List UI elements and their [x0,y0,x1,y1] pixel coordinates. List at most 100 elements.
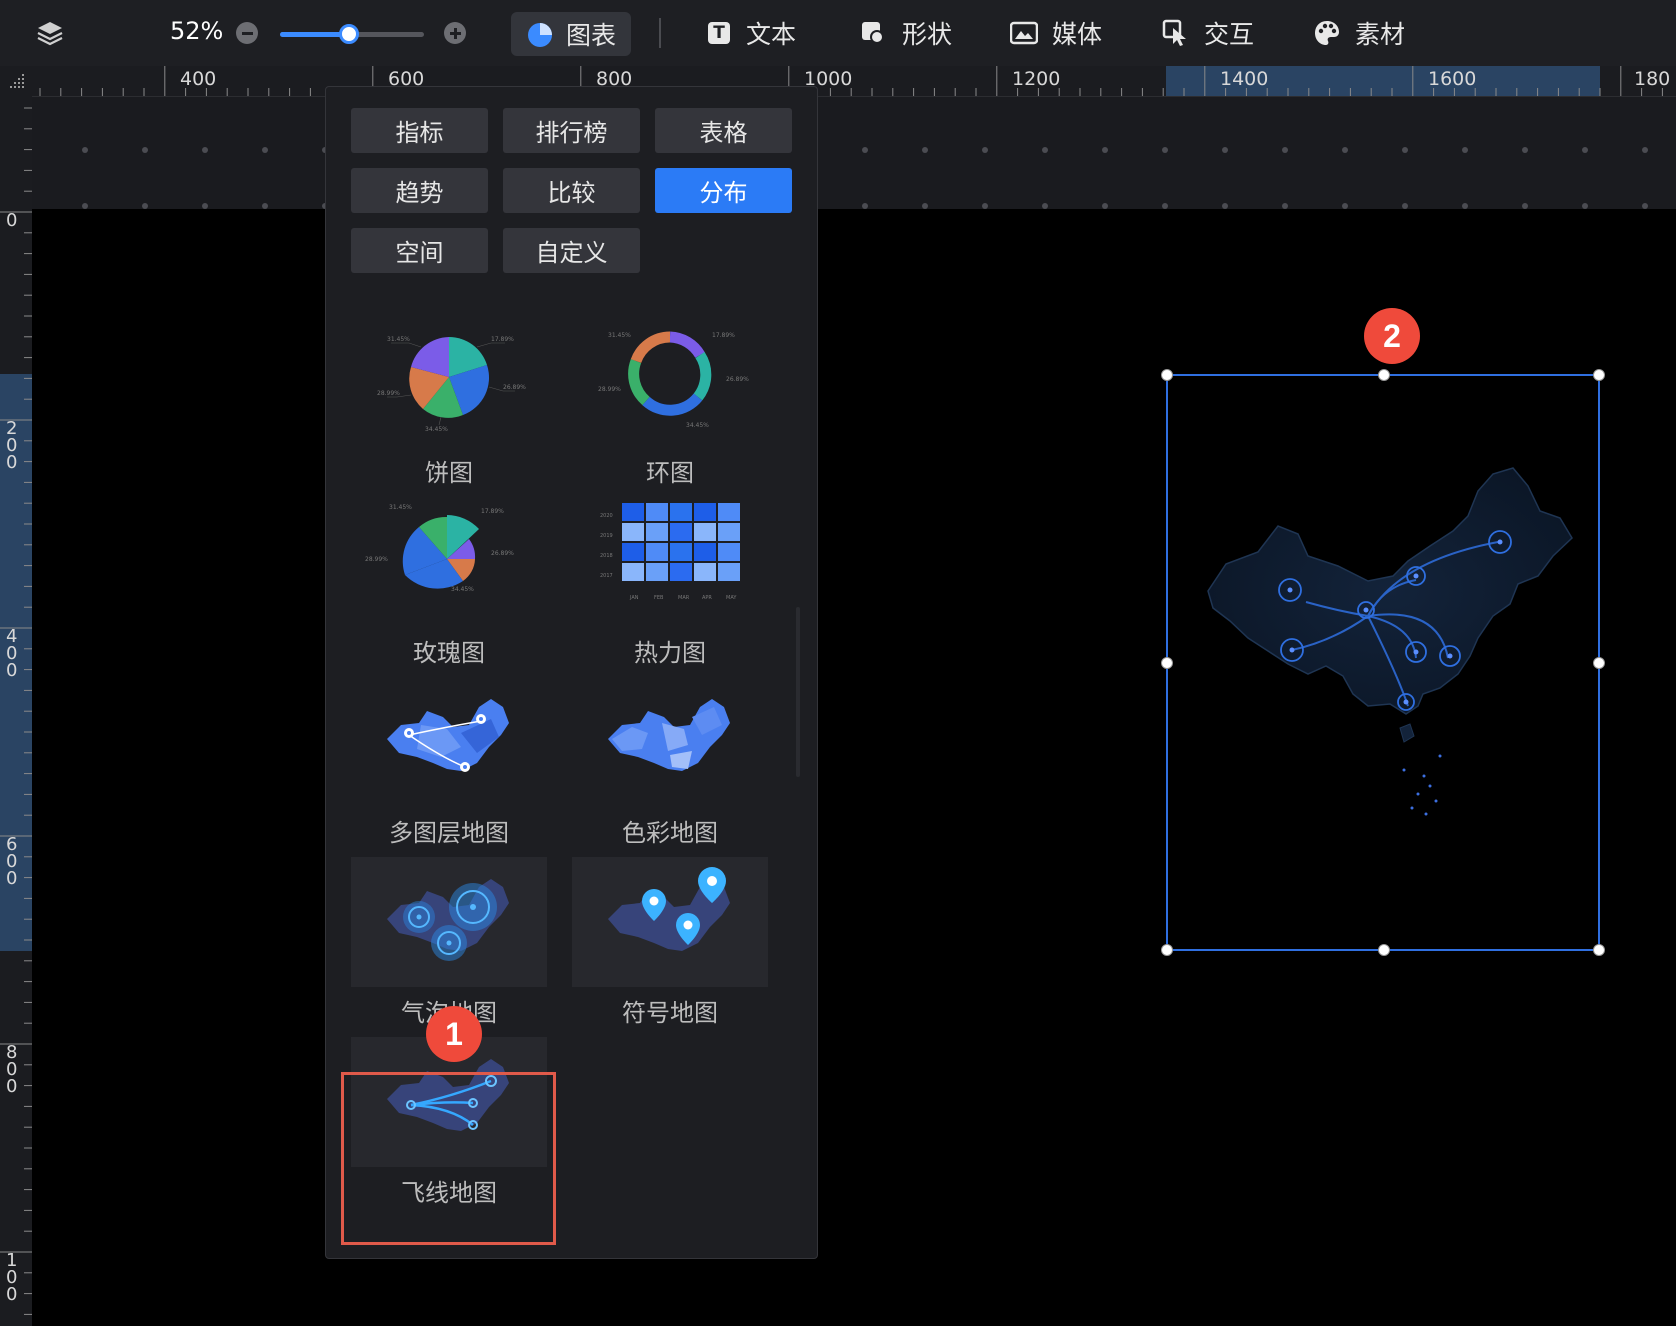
grid-dot [982,147,988,153]
category-table-button[interactable]: 表格 [655,108,792,153]
heatmap-year-label: 2019 [600,533,613,539]
toolbar-divider [659,18,661,48]
minus-icon [241,31,253,35]
pie-chart-icon [527,23,552,47]
heatmap-cell [718,503,740,521]
heatmap-cell [670,563,692,581]
chart-option-color-map[interactable]: 色彩地图 [572,677,768,853]
resize-handle-right[interactable] [1593,657,1605,669]
text-menu-button[interactable]: T 文本 [708,0,796,66]
heatmap-month-label: MAR [678,595,690,601]
chart-option-label: 多图层地图 [389,819,509,847]
resize-handle-bottom-left[interactable] [1161,944,1173,956]
ruler-label: 180 [1634,68,1671,90]
grid-dot [1522,147,1528,153]
top-toolbar: 52% 图表 T 文本 形状 媒体 交互 素材 [0,0,1676,67]
heatmap-month-label: APR [702,595,712,601]
charts-menu-button[interactable]: 图表 [511,12,631,56]
resize-handle-top-left[interactable] [1161,369,1173,381]
heatmap-cell [646,563,668,581]
heatmap-cell [622,543,644,561]
zoom-slider-thumb[interactable] [339,24,360,44]
vertical-ruler: 0 200 400 600 800 100 [0,96,33,1326]
color-map-thumbnail [608,699,730,771]
grid-dot [1462,147,1468,153]
chart-option-label: 色彩地图 [622,819,718,847]
interaction-menu-label: 交互 [1204,20,1255,49]
media-menu-button[interactable]: 媒体 [1010,0,1102,66]
category-distribution-button[interactable]: 分布 [655,168,792,213]
chart-option-label: 符号地图 [622,999,718,1027]
rose-label: 26.89% [491,550,514,557]
grid-dot [1642,147,1648,153]
heatmap-month-label: FEB [654,595,664,601]
category-indicator-button[interactable]: 指标 [351,108,488,153]
zoom-in-button[interactable] [444,22,466,44]
grid-dot [1402,147,1408,153]
chart-option-label: 玫瑰图 [413,639,485,667]
multilayer-map-thumbnail [387,699,509,772]
layers-button[interactable] [36,0,64,66]
panel-scrollbar[interactable] [796,607,800,777]
grid-dot [1042,147,1048,153]
grid-dot [82,147,88,153]
shape-menu-label: 形状 [902,20,953,49]
canvas-margin-area [32,97,1676,209]
pie-label: 34.45% [425,426,448,433]
heatmap-cell [694,543,716,561]
resize-handle-bottom-right[interactable] [1593,944,1605,956]
zoom-out-button[interactable] [236,22,258,44]
heatmap-cell [718,523,740,541]
resize-handle-left[interactable] [1161,657,1173,669]
media-menu-label: 媒体 [1052,20,1103,49]
chart-option-donut[interactable]: 31.45% 17.89% 26.89% 28.99% 34.45% 环图 [572,317,768,493]
heatmap-thumbnail: 2020 2019 2018 2017 JAN FEB MAR APR MAY [600,503,740,601]
grid-dot [1102,147,1108,153]
selected-flyline-map-component[interactable] [1161,369,1605,956]
donut-label: 34.45% [686,422,709,429]
zoom-level-text: 52% [170,17,224,45]
resize-handle-bottom[interactable] [1378,944,1390,956]
pie-label: 31.45% [387,336,410,343]
chart-option-heatmap[interactable]: 2020 2019 2018 2017 JAN FEB MAR APR MAY … [572,497,768,673]
heatmap-cell [646,503,668,521]
chart-option-rose[interactable]: 31.45% 17.89% 26.89% 28.99% 34.45% 玫瑰图 [351,497,547,673]
rose-label: 17.89% [481,508,504,515]
grid-dot [1282,147,1288,153]
heatmap-year-label: 2018 [600,553,613,559]
ruler-label: 0 [6,210,18,231]
ruler-ticks [0,107,32,1315]
ruler-label: 1600 [1428,68,1477,90]
text-menu-label: 文本 [746,20,797,49]
resize-handle-top[interactable] [1378,369,1390,381]
ruler-corner [0,66,32,96]
category-spatial-button[interactable]: 空间 [351,228,488,273]
donut-label: 17.89% [712,332,735,339]
grid-dot [142,147,148,153]
pie-chart-thumbnail: 31.45% 17.89% 26.89% 28.99% 34.45% [377,336,526,433]
rose-label: 28.99% [365,556,388,563]
chart-option-multilayer-map[interactable]: 多图层地图 [351,677,547,853]
grid-dot [262,147,268,153]
assets-menu-button[interactable]: 素材 [1313,0,1405,66]
heatmap-month-label: MAY [726,595,737,601]
shape-menu-button[interactable]: 形状 [860,0,952,66]
zoom-slider[interactable] [280,24,424,44]
rose-label: 31.45% [389,504,412,511]
category-compare-button[interactable]: 比较 [503,168,640,213]
heatmap-cell [694,503,716,521]
ruler-label: 400 [6,626,18,681]
interaction-icon [1162,19,1186,46]
heatmap-cell [718,563,740,581]
chart-option-pie[interactable]: 31.45% 17.89% 26.89% 28.99% 34.45% 饼图 [351,317,547,493]
chart-option-symbol-map[interactable]: 符号地图 [572,857,768,1033]
pie-label: 26.89% [503,384,526,391]
resize-handle-top-right[interactable] [1593,369,1605,381]
category-ranking-button[interactable]: 排行榜 [503,108,640,153]
interaction-menu-button[interactable]: 交互 [1162,0,1254,66]
rose-label: 34.45% [451,586,474,593]
donut-label: 26.89% [726,376,749,383]
category-custom-button[interactable]: 自定义 [503,228,640,273]
pie-label: 28.99% [377,390,400,397]
category-trend-button[interactable]: 趋势 [351,168,488,213]
